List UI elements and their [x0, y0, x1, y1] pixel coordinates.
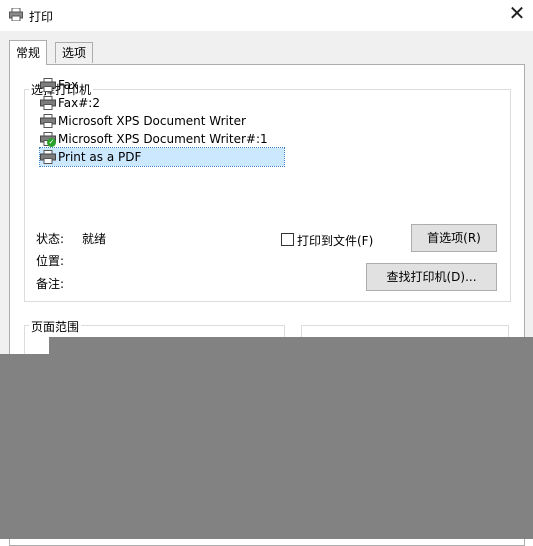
printer-name: Microsoft XPS Document Writer#:1	[58, 132, 268, 146]
gray-overlay-left	[0, 354, 49, 539]
printer-list[interactable]: Fax Fax#:2 Microsoft XPS Document Writer	[39, 76, 285, 169]
print-to-file-checkbox[interactable]	[281, 233, 294, 246]
printer-item-print-as-pdf[interactable]: Print as a PDF	[39, 147, 285, 169]
printer-name: Fax#:2	[58, 96, 100, 110]
printer-item-xps-1[interactable]: ✓ Microsoft XPS Document Writer#:1	[40, 130, 284, 148]
status-label: 状态:	[36, 232, 65, 246]
default-check-icon: ✓	[47, 138, 56, 147]
printer-icon	[9, 7, 23, 24]
comment-label: 备注:	[36, 277, 65, 291]
tab-general[interactable]: 常规	[9, 40, 48, 65]
tab-options[interactable]: 选项	[55, 42, 94, 63]
printer-name: Microsoft XPS Document Writer	[58, 114, 246, 128]
title-bar: 打印 ✕	[0, 0, 533, 31]
close-button[interactable]: ✕	[505, 2, 529, 24]
printer-name: Fax	[58, 78, 79, 92]
printer-item-fax[interactable]: Fax	[40, 76, 284, 94]
printer-item-fax-2[interactable]: Fax#:2	[40, 94, 284, 112]
printer-name: Print as a PDF	[58, 150, 142, 164]
status-value: 就绪	[82, 232, 107, 246]
window-title: 打印	[29, 10, 54, 24]
print-to-file-label[interactable]: 打印到文件(F)	[297, 232, 373, 249]
find-printer-button[interactable]: 查找打印机(D)...	[366, 263, 497, 291]
location-label: 位置:	[36, 254, 65, 268]
preferences-button[interactable]: 首选项(R)	[411, 224, 497, 252]
printer-icon	[40, 150, 56, 169]
printer-item-xps[interactable]: Microsoft XPS Document Writer	[40, 112, 284, 130]
gray-overlay	[49, 337, 533, 539]
page-range-title: 页面范围	[29, 318, 82, 335]
